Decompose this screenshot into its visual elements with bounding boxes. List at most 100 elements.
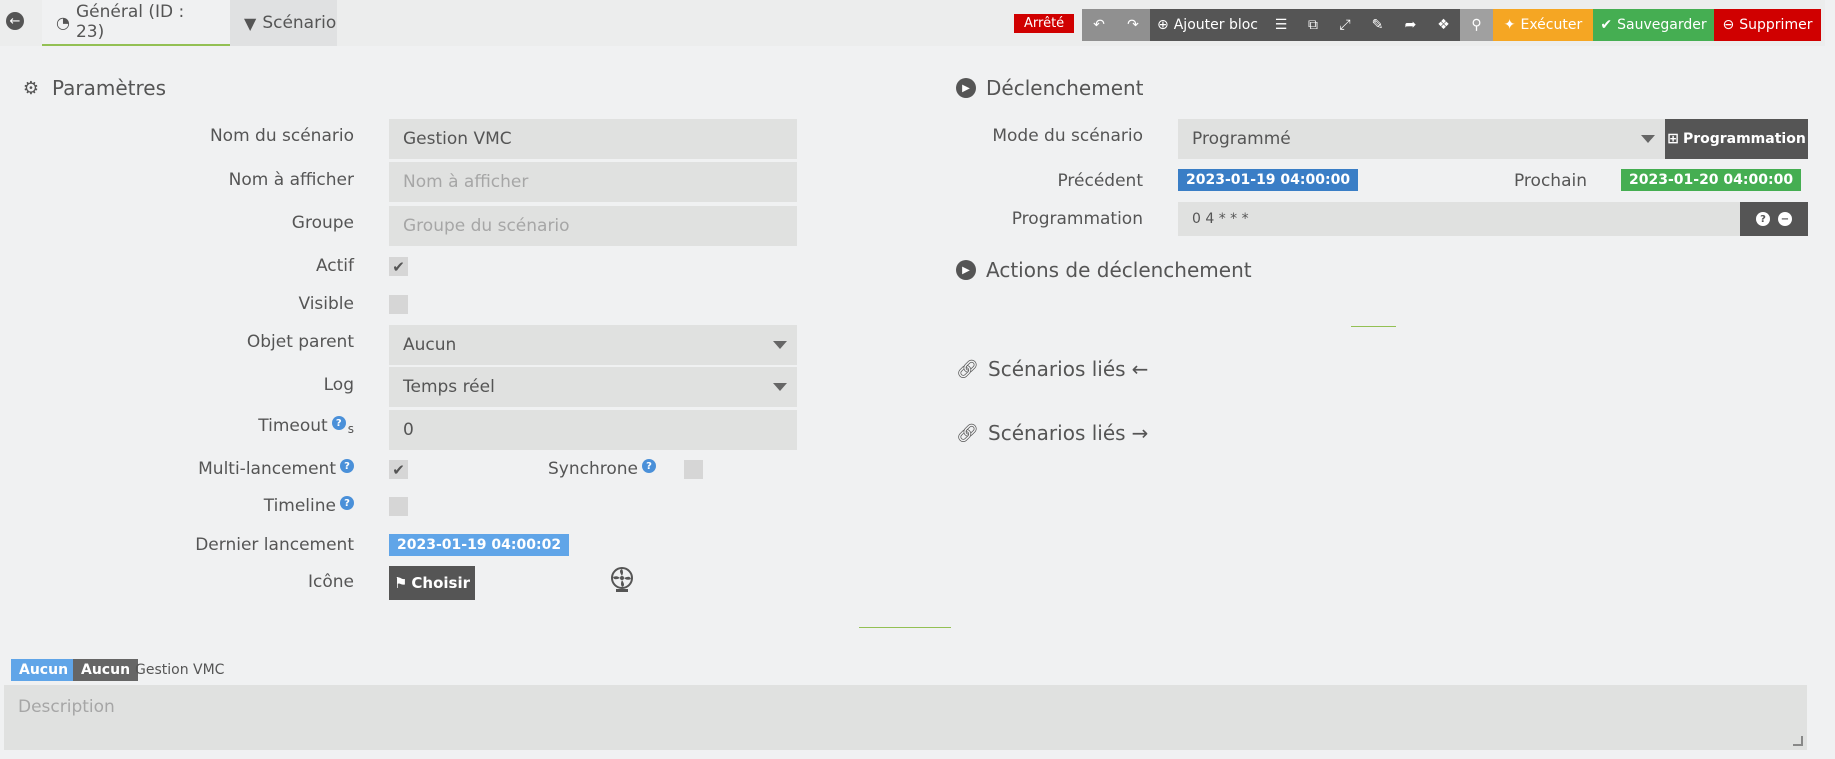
copy-button[interactable]: ⧉ xyxy=(1297,9,1329,41)
object-tag: Aucun xyxy=(11,659,77,681)
check-circle-icon: ✔ xyxy=(1600,17,1613,33)
cubes-icon: ❖ xyxy=(1437,17,1450,33)
sync-checkbox[interactable] xyxy=(684,460,703,479)
search-button[interactable]: ⚲ xyxy=(1460,9,1493,41)
trigger-actions-title-text: Actions de déclenchement xyxy=(986,258,1252,282)
timeline-label-text: Timeline xyxy=(263,496,336,516)
linked-in-text: Scénarios liés xyxy=(988,357,1126,381)
visible-checkbox[interactable] xyxy=(389,295,408,314)
choose-icon-label: Choisir xyxy=(411,574,471,592)
active-label: Actif xyxy=(315,256,354,276)
parent-select-value: Aucun xyxy=(403,335,457,355)
redo-button[interactable]: ↷ xyxy=(1116,9,1150,41)
undo-icon: ↶ xyxy=(1093,17,1105,33)
execute-button[interactable]: ✦ Exécuter xyxy=(1493,9,1593,41)
file-button[interactable]: ☰ xyxy=(1265,9,1297,41)
share-icon: ➦ xyxy=(1404,17,1417,33)
linked-in-title: 🔗︎ Scénarios liés ← xyxy=(956,357,1148,381)
plus-circle-icon: ⊕ xyxy=(1157,17,1169,33)
question-icon[interactable]: ? xyxy=(1756,212,1770,226)
copy-icon: ⧉ xyxy=(1308,17,1318,33)
edit-icon: ✎ xyxy=(1371,17,1384,33)
description-textarea[interactable]: Description xyxy=(4,685,1807,750)
parent-select[interactable]: Aucun xyxy=(389,325,797,365)
undo-button[interactable]: ↶ xyxy=(1082,9,1116,41)
log-label: Log xyxy=(323,375,354,395)
link-icon: 🔗︎ xyxy=(956,422,979,444)
choose-icon-button[interactable]: ⚑ Choisir xyxy=(389,566,475,600)
save-label: Sauvegarder xyxy=(1617,17,1707,33)
play-circle-icon: ▶ xyxy=(956,260,976,280)
scenario-name-input[interactable]: Gestion VMC xyxy=(389,119,797,159)
footer-scenario-name: Gestion VMC xyxy=(135,662,225,678)
mode-select-value: Programmé xyxy=(1192,129,1291,149)
help-icon[interactable]: ? xyxy=(642,459,656,473)
timeout-label-text: Timeout xyxy=(258,416,328,436)
minus-circle-icon: ⊖ xyxy=(1722,17,1735,33)
linked-out-title: 🔗︎ Scénarios liés → xyxy=(956,421,1148,445)
check-icon: ✔ xyxy=(392,460,405,479)
trigger-title-text: Déclenchement xyxy=(986,76,1144,100)
check-icon: ✔ xyxy=(392,257,405,276)
tab-general-label: Général (ID : 23) xyxy=(75,2,185,42)
help-icon[interactable]: ? xyxy=(340,496,354,510)
expand-icon: ⤢ xyxy=(1339,17,1351,33)
resize-handle[interactable] xyxy=(1793,736,1803,746)
timeline-label: Timeline? xyxy=(150,496,354,516)
params-title-text: Paramètres xyxy=(52,76,167,100)
minus-icon[interactable]: − xyxy=(1778,212,1792,226)
caret-down-icon xyxy=(773,383,787,391)
fullscreen-button[interactable]: ⤢ xyxy=(1329,9,1361,41)
mode-select[interactable]: Programmé xyxy=(1178,119,1665,159)
display-label: Nom à afficher xyxy=(228,170,354,190)
delete-button[interactable]: ⊖ Supprimer xyxy=(1714,9,1821,41)
cubes-button[interactable]: ❖ xyxy=(1427,9,1460,41)
help-icon[interactable]: ? xyxy=(331,416,346,430)
next-badge: 2023-01-20 04:00:00 xyxy=(1621,169,1802,191)
schedule-input[interactable]: 0 4 * * * xyxy=(1178,202,1740,236)
params-title: ⚙ Paramètres xyxy=(20,76,166,100)
link-icon: 🔗︎ xyxy=(956,358,979,380)
name-label: Nom du scénario xyxy=(209,126,354,146)
share-button[interactable]: ➦ xyxy=(1394,9,1427,41)
active-checkbox[interactable]: ✔ xyxy=(389,257,408,276)
scrollbar[interactable] xyxy=(1825,0,1835,759)
arrow-right-icon: → xyxy=(1131,421,1149,445)
redo-icon: ↷ xyxy=(1127,17,1139,33)
file-icon: ☰ xyxy=(1274,17,1288,33)
edit-button[interactable]: ✎ xyxy=(1361,9,1394,41)
add-block-label: Ajouter bloc xyxy=(1173,17,1258,33)
sync-label-text: Synchrone xyxy=(548,459,638,479)
help-icon[interactable]: ? xyxy=(340,459,354,473)
schedule-label: Programmation xyxy=(1011,209,1143,229)
timeline-checkbox[interactable] xyxy=(389,497,408,516)
add-block-button[interactable]: ⊕ Ajouter bloc xyxy=(1150,9,1265,41)
group-input[interactable]: Groupe du scénario xyxy=(389,206,797,246)
tab-general[interactable]: ◔ Général (ID : 23) xyxy=(42,0,230,46)
linked-out-text: Scénarios liés xyxy=(988,421,1126,445)
mode-label: Mode du scénario xyxy=(992,126,1143,146)
trigger-title: ▶ Déclenchement xyxy=(956,76,1144,100)
parent-label: Objet parent xyxy=(246,332,354,352)
plus-square-icon: ⊞ xyxy=(1667,131,1679,147)
last-run-label: Dernier lancement xyxy=(195,535,354,555)
schedule-actions: ? − xyxy=(1740,202,1808,236)
delete-label: Supprimer xyxy=(1739,17,1813,33)
tab-scenario[interactable]: ▼ Scénario xyxy=(230,0,337,46)
multi-checkbox[interactable]: ✔ xyxy=(389,460,408,479)
caret-down-icon xyxy=(773,341,787,349)
divider xyxy=(1351,326,1396,327)
display-name-input[interactable]: Nom à afficher xyxy=(389,162,797,202)
search-icon: ⚲ xyxy=(1471,17,1482,33)
log-select[interactable]: Temps réel xyxy=(389,367,797,407)
next-label: Prochain xyxy=(1513,171,1587,191)
log-select-value: Temps réel xyxy=(403,377,495,397)
execute-label: Exécuter xyxy=(1520,17,1583,33)
timeout-input[interactable]: 0 xyxy=(389,410,797,450)
gamepad-icon: ✦ xyxy=(1503,17,1516,33)
save-button[interactable]: ✔ Sauvegarder xyxy=(1593,9,1714,41)
last-run-badge: 2023-01-19 04:00:02 xyxy=(389,534,570,556)
filter-icon: ▼ xyxy=(244,13,257,33)
back-button[interactable]: ← xyxy=(0,0,30,42)
programmation-button[interactable]: ⊞ Programmation xyxy=(1665,119,1808,159)
